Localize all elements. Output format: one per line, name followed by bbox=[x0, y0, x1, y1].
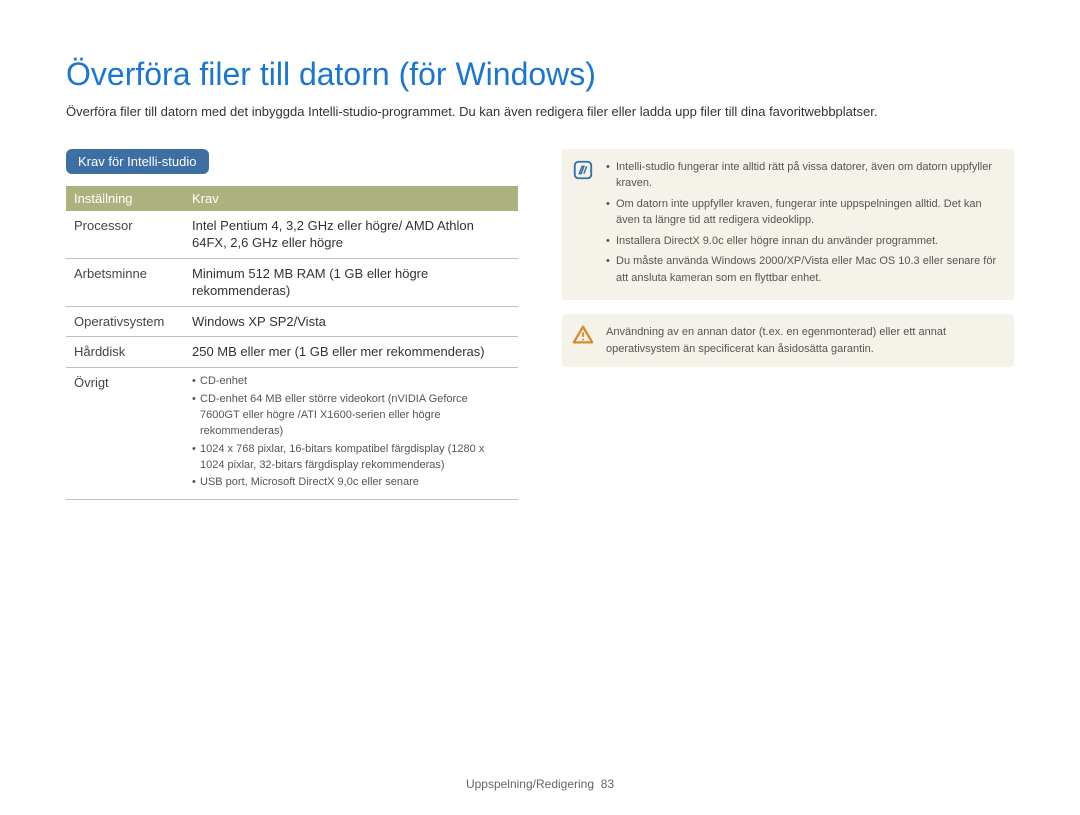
table-row: Operativsystem Windows XP SP2/Vista bbox=[66, 306, 518, 337]
cell-req: 250 MB eller mer (1 GB eller mer rekomme… bbox=[184, 337, 518, 368]
intro-text: Överföra filer till datorn med det inbyg… bbox=[66, 103, 1014, 121]
table-row: Processor Intel Pentium 4, 3,2 GHz eller… bbox=[66, 211, 518, 259]
cell-setting: Övrigt bbox=[66, 367, 184, 500]
footer-page: 83 bbox=[601, 777, 614, 791]
warning-text: Användning av en annan dator (t.ex. en e… bbox=[606, 326, 946, 355]
info-icon bbox=[572, 159, 594, 181]
section-heading: Krav för Intelli-studio bbox=[66, 149, 209, 174]
page-title: Överföra filer till datorn (för Windows) bbox=[66, 56, 1014, 93]
cell-setting: Hårddisk bbox=[66, 337, 184, 368]
list-item: Intelli-studio fungerar inte alltid rätt… bbox=[606, 159, 1002, 192]
list-item: 1024 x 768 pixlar, 16-bitars kompatibel … bbox=[192, 442, 510, 474]
cell-req: Minimum 512 MB RAM (1 GB eller högre rek… bbox=[184, 258, 518, 306]
cell-req: CD-enhet CD-enhet 64 MB eller större vid… bbox=[184, 367, 518, 500]
table-row: Hårddisk 250 MB eller mer (1 GB eller me… bbox=[66, 337, 518, 368]
requirements-table: Inställning Krav Processor Intel Pentium… bbox=[66, 186, 518, 501]
warning-icon bbox=[572, 324, 594, 346]
page-footer: Uppspelning/Redigering 83 bbox=[0, 777, 1080, 791]
info-note: Intelli-studio fungerar inte alltid rätt… bbox=[562, 149, 1014, 301]
list-item: Installera DirectX 9.0c eller högre inna… bbox=[606, 233, 1002, 250]
footer-section: Uppspelning/Redigering bbox=[466, 777, 594, 791]
table-row: Övrigt CD-enhet CD-enhet 64 MB eller stö… bbox=[66, 367, 518, 500]
table-row: Arbetsminne Minimum 512 MB RAM (1 GB ell… bbox=[66, 258, 518, 306]
list-item: Om datorn inte uppfyller kraven, fungera… bbox=[606, 196, 1002, 229]
cell-setting: Processor bbox=[66, 211, 184, 259]
warning-note: Användning av en annan dator (t.ex. en e… bbox=[562, 314, 1014, 367]
th-setting: Inställning bbox=[66, 186, 184, 211]
cell-req: Intel Pentium 4, 3,2 GHz eller högre/ AM… bbox=[184, 211, 518, 259]
cell-req: Windows XP SP2/Vista bbox=[184, 306, 518, 337]
cell-setting: Arbetsminne bbox=[66, 258, 184, 306]
list-item: USB port, Microsoft DirectX 9,0c eller s… bbox=[192, 475, 510, 491]
list-item: Du måste använda Windows 2000/XP/Vista e… bbox=[606, 253, 1002, 286]
cell-setting: Operativsystem bbox=[66, 306, 184, 337]
list-item: CD-enhet 64 MB eller större videokort (n… bbox=[192, 392, 510, 440]
list-item: CD-enhet bbox=[192, 374, 510, 390]
th-req: Krav bbox=[184, 186, 518, 211]
ovrigt-list: CD-enhet CD-enhet 64 MB eller större vid… bbox=[192, 374, 510, 492]
